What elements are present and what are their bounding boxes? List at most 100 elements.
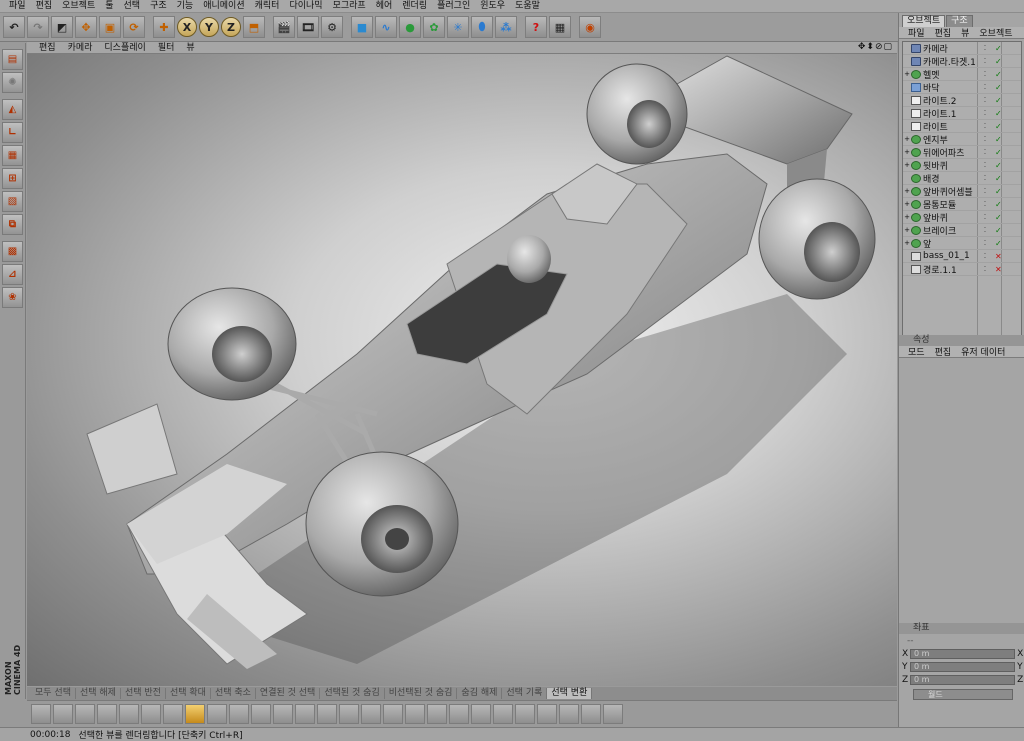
enabled-check-icon[interactable]: ✓ [995, 44, 1002, 53]
expand-toggle[interactable]: + [903, 239, 911, 247]
render-view-button[interactable]: 🎬 [273, 16, 295, 38]
viewport-menu-item[interactable]: 디스플레이 [98, 42, 151, 54]
enabled-check-icon[interactable]: ✓ [995, 226, 1002, 235]
object-row[interactable]: + 앞바퀴 ⁚ ✓ [903, 211, 1021, 224]
help-button[interactable]: ? [525, 16, 547, 38]
selection-tab[interactable]: 비선택된 것 숨김 [385, 688, 458, 699]
menu-item[interactable]: 애니메이션 [198, 0, 249, 13]
viewport[interactable] [27, 54, 897, 686]
disabled-icon[interactable]: ✕ [995, 252, 1002, 261]
reverse-normals-icon[interactable] [427, 704, 447, 724]
checker-icon[interactable]: ▩ [2, 241, 23, 262]
enabled-check-icon[interactable]: ✓ [995, 174, 1002, 183]
globe-button[interactable]: ◉ [579, 16, 601, 38]
normal-rotate-icon[interactable] [383, 704, 403, 724]
enabled-check-icon[interactable]: ✓ [995, 200, 1002, 209]
weld-icon[interactable] [493, 704, 513, 724]
visibility-dots[interactable]: ⁚ [981, 122, 989, 130]
object-row[interactable]: + 헬멧 ⁚ ✓ [903, 68, 1021, 81]
visibility-dots[interactable]: ⁚ [981, 174, 989, 182]
enabled-check-icon[interactable]: ✓ [995, 83, 1002, 92]
menu-item[interactable]: 선택 [119, 0, 146, 13]
visibility-dots[interactable]: ⁚ [981, 187, 989, 195]
selection-tab[interactable]: 선택된 것 숨김 [320, 688, 385, 699]
visibility-dots[interactable]: ⁚ [981, 109, 989, 117]
split-icon[interactable] [537, 704, 557, 724]
nurbs-button[interactable]: ● [399, 16, 421, 38]
object-row[interactable]: bass_01_1 ⁚ ✕ [903, 250, 1021, 263]
object-row[interactable]: + 몸통모듈 ⁚ ✓ [903, 198, 1021, 211]
object-manager-menu-item[interactable]: 뷰 [956, 26, 974, 39]
y-axis-toggle[interactable]: Y [199, 17, 219, 37]
selection-tab[interactable]: 선택 축소 [211, 688, 256, 699]
edge-cut-icon[interactable] [141, 704, 161, 724]
iron-icon[interactable] [163, 704, 183, 724]
object-row[interactable]: 카메라.타겟.1 ⁚ ✓ [903, 55, 1021, 68]
create-point-icon[interactable] [119, 704, 139, 724]
position-x-field[interactable]: 0 m [909, 649, 1016, 659]
rotate-button[interactable]: ⟳ [123, 16, 145, 38]
stitch-icon[interactable] [471, 704, 491, 724]
edges-mode-icon[interactable]: ▧ [2, 191, 23, 212]
object-row[interactable]: + 뒤에어파츠 ⁚ ✓ [903, 146, 1021, 159]
menu-item[interactable]: 렌더링 [397, 0, 432, 13]
menu-item[interactable]: 헤어 [371, 0, 398, 13]
scale-button[interactable]: ▣ [99, 16, 121, 38]
expand-toggle[interactable]: + [903, 135, 911, 143]
expand-toggle[interactable]: + [903, 187, 911, 195]
expand-toggle[interactable]: + [903, 200, 911, 208]
coordinate-system-button[interactable]: ⬒ [243, 16, 265, 38]
attributes-menu-item[interactable]: 편집 [930, 345, 957, 358]
viewport-nav-icons[interactable]: ✥⬍⊘▢ [858, 42, 893, 52]
selection-tab[interactable]: 숨김 해제 [457, 688, 503, 699]
visibility-dots[interactable]: ⁚ [981, 44, 989, 52]
workplane-icon[interactable]: ⊿ [2, 264, 23, 285]
redo-button[interactable]: ↷ [27, 16, 49, 38]
visibility-dots[interactable]: ⁚ [981, 252, 989, 260]
render-picture-viewer-button[interactable]: 🎞 [297, 16, 319, 38]
selection-tab[interactable]: 선택 반전 [121, 688, 166, 699]
extrude-inner-icon[interactable] [207, 704, 227, 724]
object-row[interactable]: 라이트.2 ⁚ ✓ [903, 94, 1021, 107]
magnet-icon[interactable] [251, 704, 271, 724]
object-row[interactable]: 경로.1.1 ⁚ ✕ [903, 263, 1021, 276]
visibility-dots[interactable]: ⁚ [981, 96, 989, 104]
expand-toggle[interactable]: + [903, 161, 911, 169]
object-row[interactable]: + 브레이크 ⁚ ✓ [903, 224, 1021, 237]
spline-button[interactable]: ∿ [375, 16, 397, 38]
array-button[interactable]: ✿ [423, 16, 445, 38]
position-y-field[interactable]: 0 m [909, 662, 1016, 672]
selection-tab[interactable]: 선택 기록 [502, 688, 548, 699]
object-row[interactable]: 라이트.1 ⁚ ✓ [903, 107, 1021, 120]
expand-toggle[interactable]: + [903, 226, 911, 234]
object-manager-menu-item[interactable]: 편집 [930, 26, 957, 39]
environment-button[interactable]: ⁂ [495, 16, 517, 38]
render-settings-button[interactable]: ⚙ [321, 16, 343, 38]
enabled-check-icon[interactable]: ✓ [995, 148, 1002, 157]
visibility-dots[interactable]: ⁚ [981, 57, 989, 65]
menu-item[interactable]: 모그라프 [328, 0, 371, 13]
menu-item[interactable]: 플러그인 [432, 0, 475, 13]
expand-toggle[interactable]: + [903, 148, 911, 156]
visibility-dots[interactable]: ⁚ [981, 265, 989, 273]
menu-item[interactable]: 캐릭터 [250, 0, 285, 13]
enabled-check-icon[interactable]: ✓ [995, 57, 1002, 66]
menu-item[interactable]: 윈도우 [475, 0, 510, 13]
visibility-dots[interactable]: ⁚ [981, 239, 989, 247]
visibility-dots[interactable]: ⁚ [981, 135, 989, 143]
viewport-menu-item[interactable]: 편집 [33, 42, 62, 54]
bridge-icon[interactable] [53, 704, 73, 724]
enabled-check-icon[interactable]: ✓ [995, 239, 1002, 248]
viewport-menu-item[interactable]: 필터 [152, 42, 181, 54]
visibility-dots[interactable]: ⁚ [981, 161, 989, 169]
polygons-mode-icon[interactable]: ⧉ [2, 214, 23, 235]
scene-button[interactable]: ⬮ [471, 16, 493, 38]
object-row[interactable]: 배경 ⁚ ✓ [903, 172, 1021, 185]
align-normals-icon[interactable] [405, 704, 425, 724]
selection-tab[interactable]: 선택 해제 [76, 688, 121, 699]
menu-item[interactable]: 도움말 [510, 0, 545, 13]
enabled-check-icon[interactable]: ✓ [995, 70, 1002, 79]
selection-tab[interactable]: 연결된 것 선택 [256, 688, 321, 699]
deformer-button[interactable]: ✳ [447, 16, 469, 38]
viewport-menu-item[interactable]: 카메라 [62, 42, 99, 54]
